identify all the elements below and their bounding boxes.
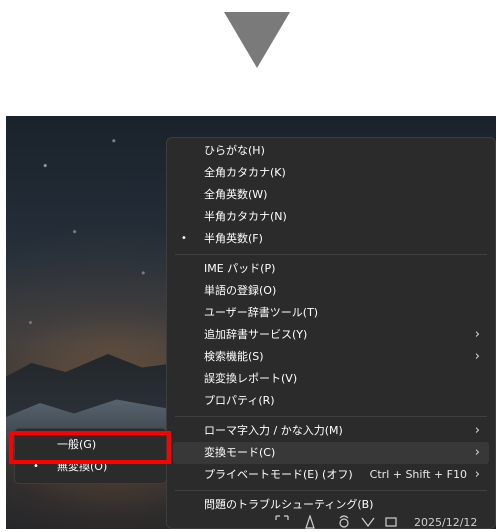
menu-item-private-mode[interactable]: プライベートモード(E) (オフ) Ctrl + Shift + F10 ›	[167, 464, 495, 486]
chevron-right-icon: ›	[474, 467, 480, 482]
menu-item-fullwidth-katakana[interactable]: 全角カタカナ(K)	[167, 162, 495, 184]
menu-item-label: ひらがな(H)	[204, 144, 265, 157]
menu-item-conversion-mode[interactable]: 変換モード(C) ›	[173, 442, 489, 464]
menu-item-search-function[interactable]: 検索機能(S) ›	[167, 346, 495, 368]
menu-item-misconversion-report[interactable]: 誤変換レポート(V)	[167, 368, 495, 390]
menu-item-fullwidth-alphanumeric[interactable]: 全角英数(W)	[167, 184, 495, 206]
menu-item-input-method[interactable]: ローマ字入力 / かな入力(M) ›	[167, 420, 495, 442]
taskbar-tray: 2025/12/12	[166, 514, 496, 532]
keyboard-shortcut: Ctrl + Shift + F10	[369, 468, 467, 481]
menu-item-label: 全角英数(W)	[204, 188, 268, 201]
chevron-right-icon: ›	[474, 445, 480, 460]
menu-item-label: プロパティ(R)	[204, 394, 275, 407]
menu-item-label: ユーザー辞書ツール(T)	[204, 306, 319, 319]
menu-item-halfwidth-alphanumeric[interactable]: • 半角英数(F)	[167, 228, 495, 250]
menu-item-label: IME パッド(P)	[204, 262, 276, 275]
menu-separator	[175, 254, 487, 255]
system-tray-icons[interactable]	[274, 514, 399, 532]
menu-item-label: 単語の登録(O)	[204, 284, 277, 297]
ime-context-menu: ひらがな(H) 全角カタカナ(K) 全角英数(W) 半角カタカナ(N) • 半角…	[166, 137, 496, 529]
chevron-right-icon: ›	[474, 423, 480, 438]
menu-item-label: 全角カタカナ(K)	[204, 166, 286, 179]
menu-item-properties[interactable]: プロパティ(R)	[167, 390, 495, 412]
menu-item-label: 半角カタカナ(N)	[204, 210, 287, 223]
menu-item-hiragana[interactable]: ひらがな(H)	[167, 140, 495, 162]
menu-item-word-registration[interactable]: 単語の登録(O)	[167, 280, 495, 302]
menu-item-label: ローマ字入力 / かな入力(M)	[204, 424, 343, 437]
menu-item-troubleshooting[interactable]: 問題のトラブルシューティング(B)	[167, 494, 495, 516]
menu-item-additional-dictionary-service[interactable]: 追加辞書サービス(Y) ›	[167, 324, 495, 346]
taskbar-clock[interactable]: 2025/12/12	[414, 516, 477, 529]
highlight-annotation-box	[9, 431, 171, 464]
down-arrow-indicator	[224, 12, 290, 68]
chevron-right-icon: ›	[474, 349, 480, 364]
menu-separator	[175, 416, 487, 417]
menu-item-label: 追加辞書サービス(Y)	[204, 328, 308, 341]
menu-item-ime-pad[interactable]: IME パッド(P)	[167, 258, 495, 280]
menu-item-halfwidth-katakana[interactable]: 半角カタカナ(N)	[167, 206, 495, 228]
menu-item-label: 半角英数(F)	[204, 232, 263, 245]
menu-item-user-dictionary-tool[interactable]: ユーザー辞書ツール(T)	[167, 302, 495, 324]
menu-item-label: 誤変換レポート(V)	[204, 372, 298, 385]
checked-bullet-icon: •	[181, 233, 187, 244]
menu-item-label: 変換モード(C)	[204, 446, 276, 459]
chevron-right-icon: ›	[474, 327, 480, 342]
menu-separator	[175, 490, 487, 491]
menu-item-label: 問題のトラブルシューティング(B)	[204, 498, 374, 511]
menu-item-label: 検索機能(S)	[204, 350, 264, 363]
menu-item-label: プライベートモード(E) (オフ)	[204, 468, 353, 481]
